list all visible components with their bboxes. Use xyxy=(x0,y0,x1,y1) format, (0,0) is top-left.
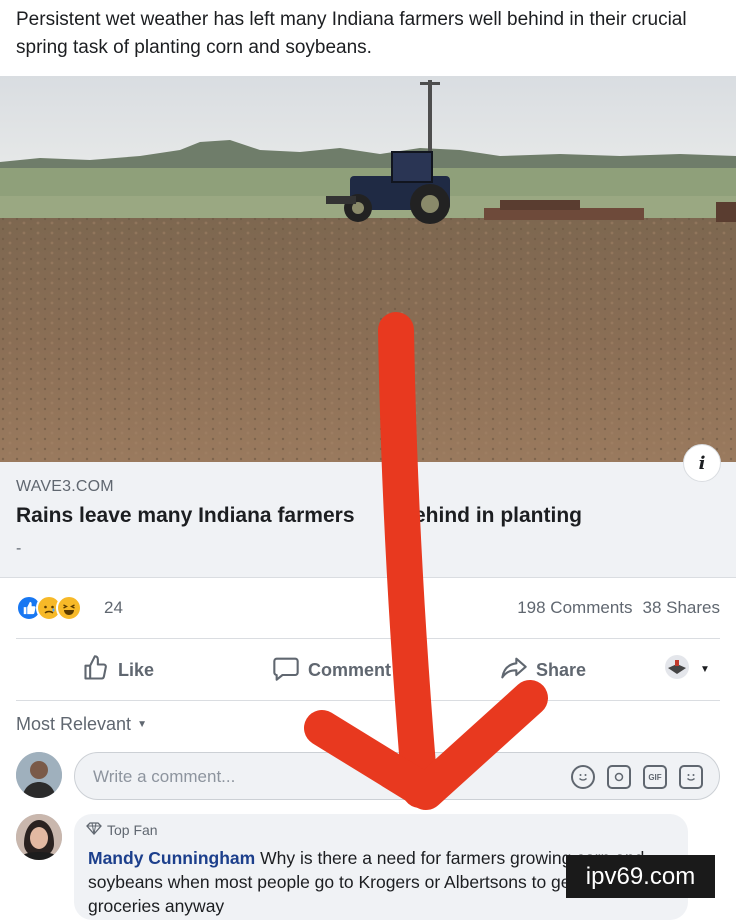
link-preview-card[interactable]: WAVE3.COM Rains leave many Indiana farme… xyxy=(0,462,736,578)
shares-count[interactable]: 38 Shares xyxy=(643,598,721,617)
emoji-icon[interactable] xyxy=(571,765,595,789)
info-icon[interactable]: i xyxy=(683,444,721,482)
comment-input[interactable]: Write a comment... xyxy=(93,767,235,787)
camera-icon[interactable] xyxy=(607,765,631,789)
haha-reaction-icon xyxy=(56,595,82,621)
watermark: ipv69.com xyxy=(566,855,715,898)
comment-button[interactable]: Comment xyxy=(272,654,391,687)
link-title[interactable]: Rains leave many Indiana farmers ll behi… xyxy=(16,504,582,528)
post-actions: Like Comment Share ▼ xyxy=(0,646,736,692)
comment-sort-dropdown[interactable]: Most Relevant ▼ xyxy=(16,714,147,735)
share-arrow-icon xyxy=(500,654,536,687)
link-description: - xyxy=(16,540,22,557)
reactions-bar: 24 198 Comments 38 Shares xyxy=(0,588,736,628)
share-button[interactable]: Share xyxy=(500,654,586,687)
post-image[interactable] xyxy=(0,76,736,462)
comment-label: Comment xyxy=(308,660,392,680)
divider xyxy=(16,638,720,639)
reaction-selector-button[interactable]: ▼ xyxy=(664,654,710,685)
thumbs-up-icon xyxy=(82,654,118,687)
link-domain: WAVE3.COM xyxy=(16,478,114,495)
comments-count[interactable]: 198 Comments xyxy=(517,598,632,617)
sticker-icon[interactable] xyxy=(679,765,703,789)
reaction-count[interactable]: 24 xyxy=(104,598,123,618)
share-label: Share xyxy=(536,660,587,680)
like-label: Like xyxy=(118,660,155,680)
sort-label: Most Relevant xyxy=(16,714,132,734)
divider xyxy=(16,700,720,701)
engagement-counts: 198 Comments 38 Shares xyxy=(507,598,720,618)
reaction-icons[interactable] xyxy=(16,595,82,621)
diamond-icon xyxy=(86,822,107,838)
comment-author[interactable]: Mandy Cunningham xyxy=(88,848,255,868)
gif-icon[interactable]: GIF xyxy=(643,765,667,789)
comment-text: Mandy Cunningham Why is there a need for… xyxy=(88,846,648,918)
top-fan-badge: Top Fan xyxy=(86,822,158,838)
like-button[interactable]: Like xyxy=(82,654,154,687)
chevron-down-icon: ▼ xyxy=(137,719,147,730)
avatar[interactable] xyxy=(16,752,62,798)
comment-composer[interactable]: Write a comment... GIF xyxy=(74,752,720,800)
top-fan-label: Top Fan xyxy=(107,822,158,838)
post-text: Persistent wet weather has left many Ind… xyxy=(16,9,687,58)
page-avatar-icon xyxy=(664,654,698,685)
composer-icons: GIF xyxy=(559,765,703,789)
commenter-avatar[interactable] xyxy=(16,814,62,860)
speech-bubble-icon xyxy=(272,654,308,687)
chevron-down-icon: ▼ xyxy=(700,664,710,675)
